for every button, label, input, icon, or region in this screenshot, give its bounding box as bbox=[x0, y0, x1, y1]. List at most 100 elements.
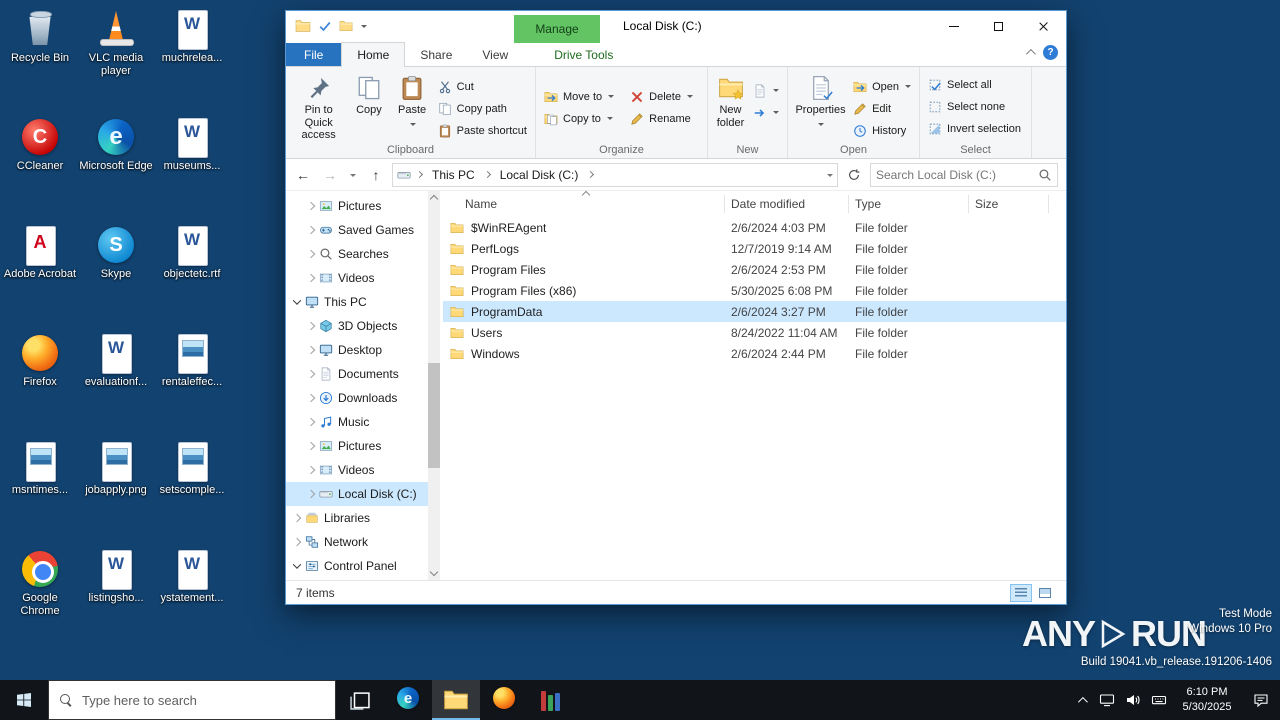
network-tray-button[interactable] bbox=[1094, 680, 1120, 720]
new-item-button[interactable] bbox=[749, 80, 783, 101]
nav-item-searches[interactable]: Searches bbox=[286, 242, 428, 266]
desktop-icon-ystatement[interactable]: ystatement... bbox=[154, 546, 230, 654]
desktop-icon-museums[interactable]: museums... bbox=[154, 114, 230, 222]
manage-contextual-header[interactable]: Manage bbox=[514, 15, 600, 43]
nav-item-downloads[interactable]: Downloads bbox=[286, 386, 428, 410]
invert-selection-button[interactable]: Invert selection bbox=[924, 118, 1025, 139]
nav-item-documents[interactable]: Documents bbox=[286, 362, 428, 386]
nav-item-music[interactable]: Music bbox=[286, 410, 428, 434]
up-button[interactable]: ↑ bbox=[365, 164, 387, 186]
copy-to-button[interactable]: Copy to bbox=[540, 108, 618, 129]
search-input[interactable] bbox=[876, 168, 1034, 182]
thumbnail-view-button[interactable] bbox=[1034, 584, 1056, 602]
desktop-icon-recycle-bin[interactable]: Recycle Bin bbox=[2, 6, 78, 114]
new-folder-button[interactable]: New folder bbox=[712, 70, 749, 131]
nav-item-videos[interactable]: Videos bbox=[286, 266, 428, 290]
paste-button[interactable]: Paste bbox=[391, 70, 434, 131]
address-history-caret-icon[interactable] bbox=[827, 174, 833, 180]
customize-qat-caret-icon[interactable] bbox=[361, 25, 367, 31]
table-row[interactable]: $WinREAgent 2/6/2024 4:03 PM File folder bbox=[443, 217, 1066, 238]
breadcrumb[interactable]: This PC Local Disk (C:) bbox=[392, 163, 838, 187]
desktop-icon-jobapply[interactable]: jobapply.png bbox=[78, 438, 154, 546]
table-row[interactable]: Windows 2/6/2024 2:44 PM File folder bbox=[443, 343, 1066, 364]
forward-button[interactable]: → bbox=[319, 164, 341, 186]
title-bar[interactable]: Manage Local Disk (C:) bbox=[286, 11, 1066, 41]
tab-view[interactable]: View bbox=[467, 43, 523, 66]
delete-button[interactable]: Delete bbox=[626, 86, 697, 107]
nav-item-local-disk-c[interactable]: Local Disk (C:) bbox=[286, 482, 428, 506]
taskbar-app-button[interactable] bbox=[528, 680, 576, 720]
minimize-button[interactable] bbox=[931, 11, 976, 41]
scrollbar-thumb[interactable] bbox=[428, 363, 440, 468]
pin-to-quick-access-button[interactable]: Pin to Quick access bbox=[290, 70, 347, 144]
nav-item-libraries[interactable]: Libraries bbox=[286, 506, 428, 530]
desktop-icon-ccleaner[interactable]: CCleaner bbox=[2, 114, 78, 222]
properties-quick-icon[interactable] bbox=[318, 19, 332, 33]
desktop-icon-adobe-acrobat[interactable]: Adobe Acrobat bbox=[2, 222, 78, 330]
nav-item-desktop[interactable]: Desktop bbox=[286, 338, 428, 362]
taskbar-search[interactable]: Type here to search bbox=[48, 680, 336, 720]
breadcrumb-this-pc[interactable]: This PC bbox=[428, 166, 479, 184]
tab-share[interactable]: Share bbox=[405, 43, 467, 66]
copy-button[interactable]: Copy bbox=[347, 70, 390, 119]
taskbar-clock[interactable]: 6:10 PM 5/30/2025 bbox=[1172, 685, 1242, 715]
recent-locations-caret-icon[interactable] bbox=[346, 164, 360, 186]
nav-item-pictures-2[interactable]: Pictures bbox=[286, 434, 428, 458]
paste-shortcut-button[interactable]: Paste shortcut bbox=[434, 120, 531, 141]
nav-item-videos-2[interactable]: Videos bbox=[286, 458, 428, 482]
desktop-icon-microsoft-edge[interactable]: Microsoft Edge bbox=[78, 114, 154, 222]
taskbar-firefox-button[interactable] bbox=[480, 680, 528, 720]
easy-access-button[interactable] bbox=[749, 102, 783, 123]
tab-file[interactable]: File bbox=[286, 43, 341, 66]
column-header-type[interactable]: Type bbox=[849, 195, 969, 213]
close-button[interactable] bbox=[1021, 11, 1066, 41]
start-button[interactable] bbox=[0, 680, 48, 720]
taskbar-file-explorer-button[interactable] bbox=[432, 680, 480, 720]
scroll-up-icon[interactable] bbox=[430, 195, 438, 203]
nav-item-this-pc[interactable]: This PC bbox=[286, 290, 428, 314]
desktop-icon-evaluationf[interactable]: evaluationf... bbox=[78, 330, 154, 438]
action-center-button[interactable] bbox=[1242, 680, 1280, 720]
nav-item-network[interactable]: Network bbox=[286, 530, 428, 554]
tray-expand-button[interactable] bbox=[1068, 680, 1094, 720]
table-row[interactable]: PerfLogs 12/7/2019 9:14 AM File folder bbox=[443, 238, 1066, 259]
select-none-button[interactable]: Select none bbox=[924, 96, 1025, 117]
desktop-icon-objectetc[interactable]: objectetc.rtf bbox=[154, 222, 230, 330]
desktop-icon-msntimes[interactable]: msntimes... bbox=[2, 438, 78, 546]
column-header-date-modified[interactable]: Date modified bbox=[725, 195, 849, 213]
help-icon[interactable]: ? bbox=[1043, 45, 1058, 60]
edit-button[interactable]: Edit bbox=[849, 98, 915, 119]
volume-tray-button[interactable] bbox=[1120, 680, 1146, 720]
tab-drive-tools[interactable]: Drive Tools bbox=[539, 43, 628, 66]
tab-home[interactable]: Home bbox=[341, 42, 405, 67]
desktop-icon-listingsho[interactable]: listingsho... bbox=[78, 546, 154, 654]
details-view-button[interactable] bbox=[1010, 584, 1032, 602]
refresh-button[interactable] bbox=[843, 164, 865, 186]
desktop-icon-skype[interactable]: Skype bbox=[78, 222, 154, 330]
rename-button[interactable]: Rename bbox=[626, 108, 697, 129]
cut-button[interactable]: Cut bbox=[434, 76, 531, 97]
nav-item-saved-games[interactable]: Saved Games bbox=[286, 218, 428, 242]
breadcrumb-local-disk[interactable]: Local Disk (C:) bbox=[496, 166, 583, 184]
task-view-button[interactable] bbox=[336, 680, 384, 720]
table-row[interactable]: Users 8/24/2022 11:04 AM File folder bbox=[443, 322, 1066, 343]
table-row-selected[interactable]: ProgramData 2/6/2024 3:27 PM File folder bbox=[443, 301, 1066, 322]
move-to-button[interactable]: Move to bbox=[540, 86, 618, 107]
nav-item-control-panel[interactable]: Control Panel bbox=[286, 554, 428, 578]
back-button[interactable]: ← bbox=[292, 164, 314, 186]
desktop-icon-google-chrome[interactable]: Google Chrome bbox=[2, 546, 78, 654]
nav-item-3d-objects[interactable]: 3D Objects bbox=[286, 314, 428, 338]
maximize-button[interactable] bbox=[976, 11, 1021, 41]
taskbar-edge-button[interactable] bbox=[384, 680, 432, 720]
new-folder-quick-icon[interactable] bbox=[339, 19, 353, 33]
history-button[interactable]: History bbox=[849, 120, 915, 141]
select-all-button[interactable]: Select all bbox=[924, 74, 1025, 95]
desktop-icon-firefox[interactable]: Firefox bbox=[2, 330, 78, 438]
desktop-icon-vlc[interactable]: VLC media player bbox=[78, 6, 154, 114]
search-box[interactable] bbox=[870, 163, 1058, 187]
nav-scrollbar[interactable] bbox=[428, 191, 440, 580]
collapse-ribbon-icon[interactable] bbox=[1026, 49, 1036, 59]
keyboard-tray-button[interactable] bbox=[1146, 680, 1172, 720]
desktop-icon-rentaleffec[interactable]: rentaleffec... bbox=[154, 330, 230, 438]
table-row[interactable]: Program Files (x86) 5/30/2025 6:08 PM Fi… bbox=[443, 280, 1066, 301]
